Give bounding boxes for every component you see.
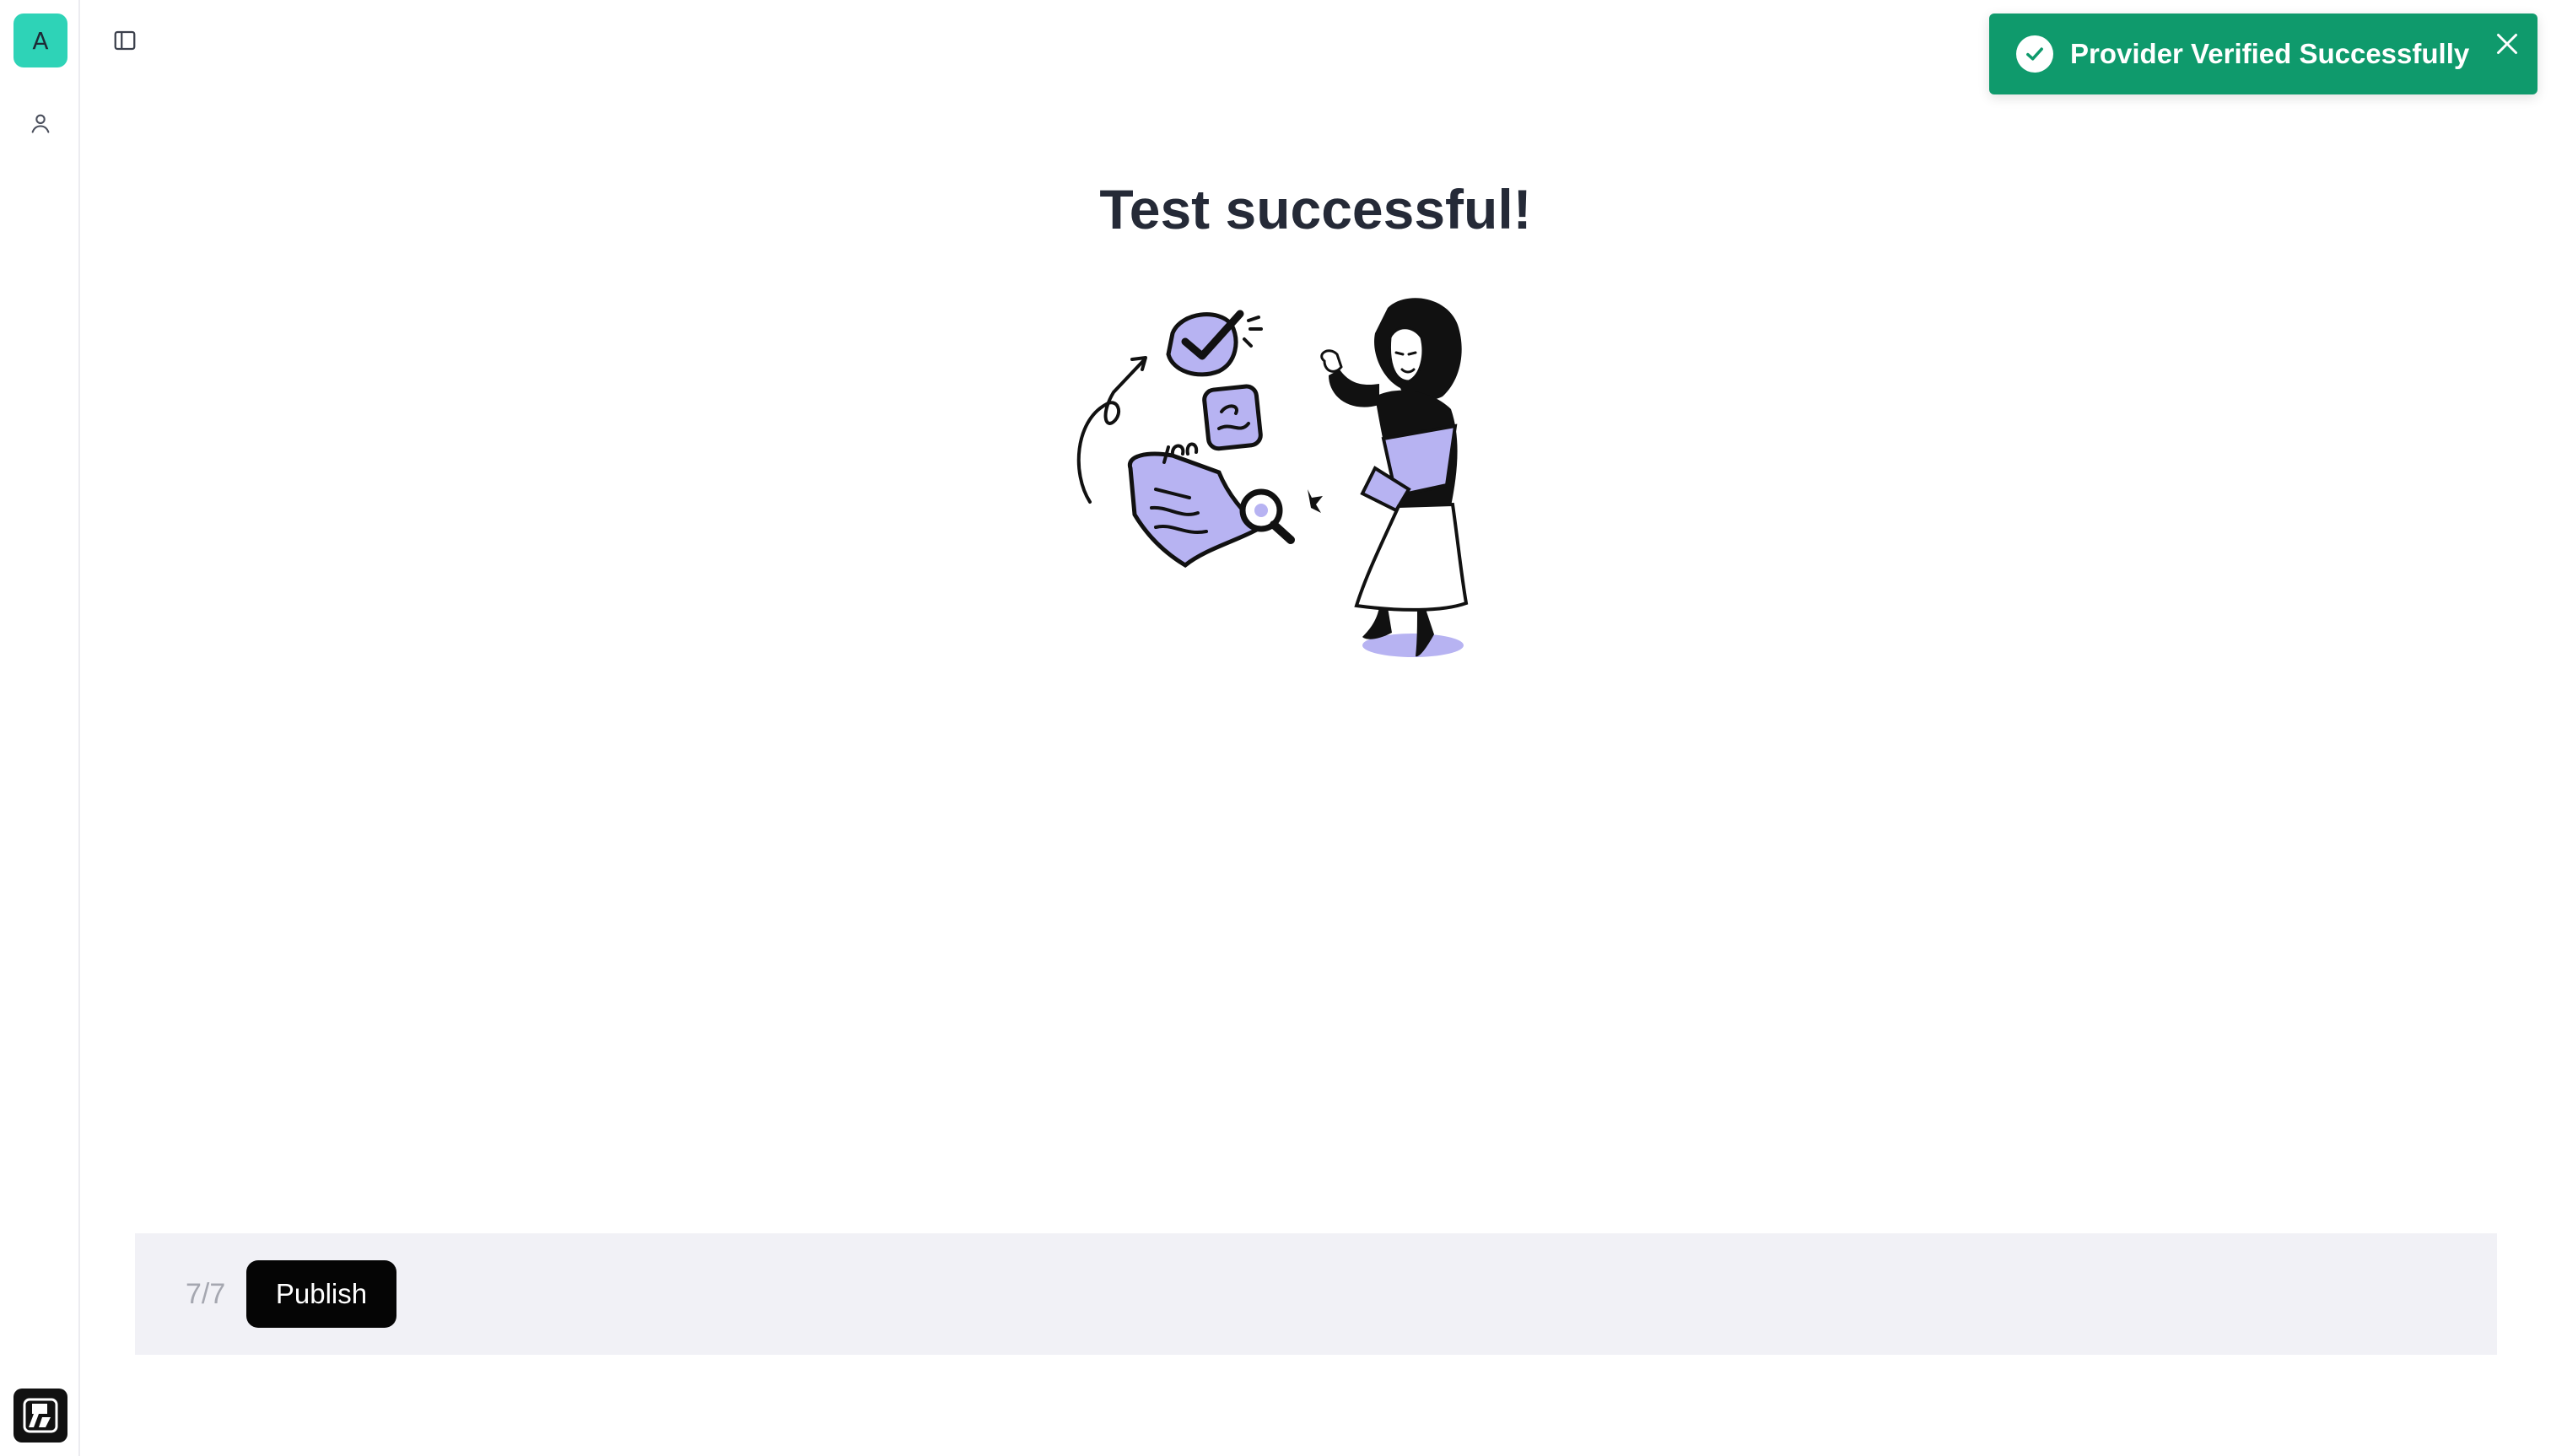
woman-with-checklist-illustration	[1076, 298, 1469, 657]
page-title: Test successful!	[1099, 178, 1532, 240]
close-icon[interactable]	[2487, 24, 2527, 64]
app-logo[interactable]	[13, 1389, 67, 1443]
sidebar-toggle-icon[interactable]	[110, 25, 140, 56]
toast-message: Provider Verified Successfully	[2070, 38, 2470, 69]
step-counter: 7/7	[186, 1277, 226, 1310]
avatar[interactable]: A	[13, 13, 67, 67]
success-toast: Provider Verified Successfully	[1989, 13, 2538, 94]
user-icon[interactable]	[25, 108, 56, 138]
publish-button[interactable]: Publish	[246, 1260, 396, 1328]
check-circle-icon	[2016, 35, 2053, 73]
sidebar: A	[0, 0, 80, 1456]
publish-footer: 7/7 Publish	[135, 1233, 2497, 1355]
